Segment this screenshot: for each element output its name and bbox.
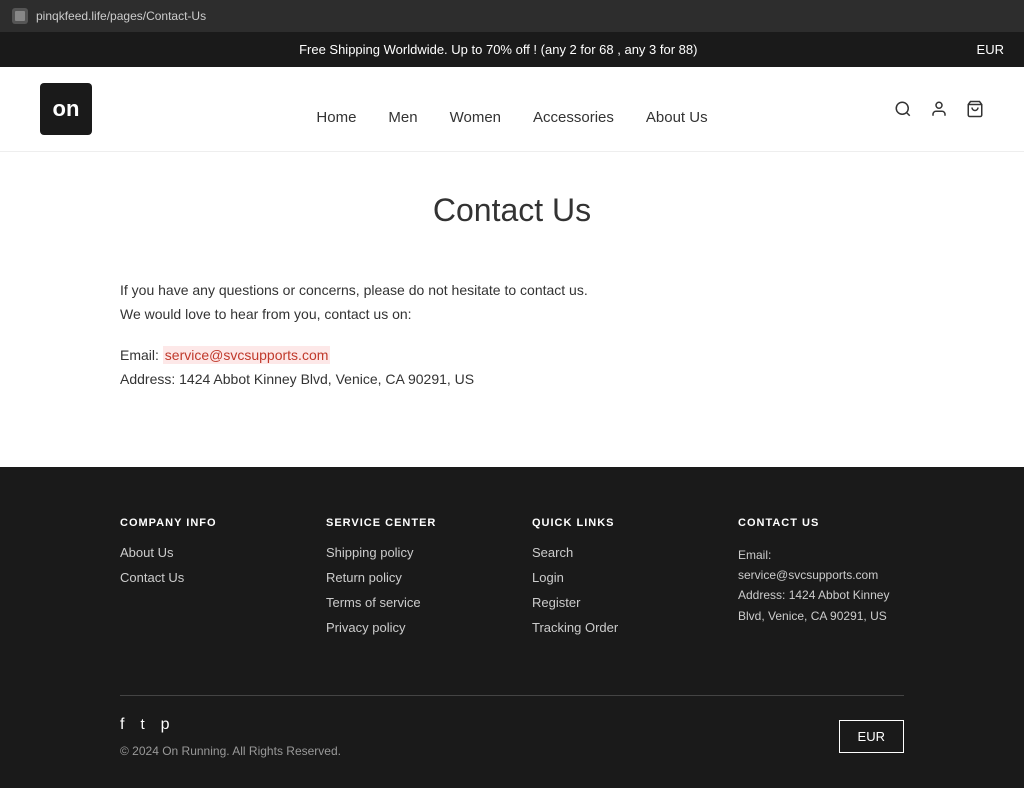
contact-email-line: Email: service@svcsupports.com	[120, 347, 904, 363]
nav-men[interactable]: Men	[388, 109, 417, 126]
footer-col-service: SERVICE CENTER Shipping policy Return po…	[326, 517, 492, 645]
browser-favicon	[12, 8, 28, 24]
footer-col-quicklinks: QUICK LINKS Search Login Register Tracki…	[532, 517, 698, 645]
footer-link-terms[interactable]: Terms of service	[326, 595, 492, 610]
footer-divider	[120, 695, 904, 696]
top-banner: Free Shipping Worldwide. Up to 70% off !…	[0, 32, 1024, 67]
footer-col-quicklinks-title: QUICK LINKS	[532, 517, 698, 529]
cart-icon[interactable]	[966, 100, 984, 118]
footer-copyright: © 2024 On Running. All Rights Reserved.	[120, 744, 341, 758]
nav-about[interactable]: About Us	[646, 109, 708, 126]
footer-link-register[interactable]: Register	[532, 595, 698, 610]
page-title: Contact Us	[120, 192, 904, 229]
footer-contact-address: Address: 1424 Abbot Kinney Blvd, Venice,…	[738, 585, 904, 626]
footer-link-tracking[interactable]: Tracking Order	[532, 620, 698, 635]
nav-accessories[interactable]: Accessories	[533, 109, 614, 126]
footer-link-shipping[interactable]: Shipping policy	[326, 545, 492, 560]
main-content: Contact Us If you have any questions or …	[0, 152, 1024, 467]
browser-url: pinqkfeed.life/pages/Contact-Us	[36, 9, 206, 23]
header-icons	[894, 100, 984, 118]
footer-link-search[interactable]: Search	[532, 545, 698, 560]
footer-link-about[interactable]: About Us	[120, 545, 286, 560]
footer-social: f t p	[120, 716, 341, 734]
nav-women[interactable]: Women	[450, 109, 501, 126]
footer-link-return[interactable]: Return policy	[326, 570, 492, 585]
footer-columns: COMPANY INFO About Us Contact Us SERVICE…	[120, 517, 904, 685]
banner-currency[interactable]: EUR	[977, 42, 1004, 57]
footer-contact-email: Email: service@svcsupports.com	[738, 545, 904, 586]
header: on Home Men Women Accessories About Us	[0, 67, 1024, 152]
footer-link-privacy[interactable]: Privacy policy	[326, 620, 492, 635]
contact-intro: If you have any questions or concerns, p…	[120, 279, 904, 327]
footer-link-login[interactable]: Login	[532, 570, 698, 585]
contact-email-link[interactable]: service@svcsupports.com	[163, 346, 331, 364]
banner-message: Free Shipping Worldwide. Up to 70% off !…	[20, 42, 977, 57]
footer-bottom: f t p © 2024 On Running. All Rights Rese…	[120, 716, 904, 758]
logo[interactable]: on	[40, 83, 92, 135]
footer-bottom-left: f t p © 2024 On Running. All Rights Rese…	[120, 716, 341, 758]
footer-col-service-title: SERVICE CENTER	[326, 517, 492, 529]
contact-address: Address: 1424 Abbot Kinney Blvd, Venice,…	[120, 371, 904, 387]
account-icon[interactable]	[930, 100, 948, 118]
logo-text: on	[53, 98, 80, 120]
browser-bar: pinqkfeed.life/pages/Contact-Us	[0, 0, 1024, 32]
footer-col-company: COMPANY INFO About Us Contact Us	[120, 517, 286, 645]
pinterest-icon[interactable]: p	[161, 716, 170, 734]
facebook-icon[interactable]: f	[120, 716, 124, 734]
footer-col-contact: CONTACT US Email: service@svcsupports.co…	[738, 517, 904, 645]
footer-col-contact-title: CONTACT US	[738, 517, 904, 529]
footer-col-company-title: COMPANY INFO	[120, 517, 286, 529]
footer: COMPANY INFO About Us Contact Us SERVICE…	[0, 467, 1024, 788]
footer-link-contact[interactable]: Contact Us	[120, 570, 286, 585]
nav-home[interactable]: Home	[316, 109, 356, 126]
search-icon[interactable]	[894, 100, 912, 118]
currency-button[interactable]: EUR	[839, 720, 904, 753]
twitter-icon[interactable]: t	[140, 716, 144, 734]
